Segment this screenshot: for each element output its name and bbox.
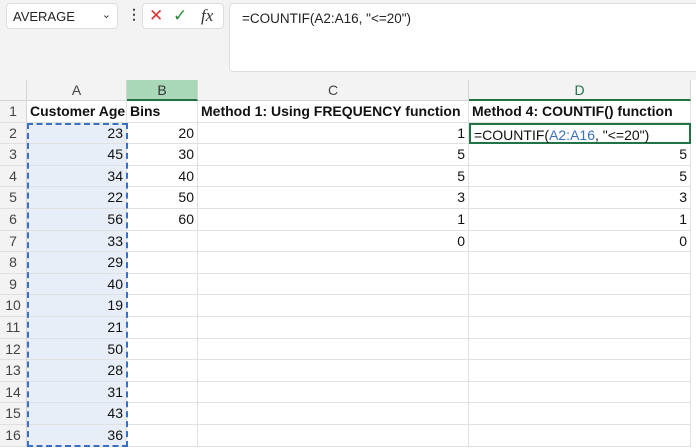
fx-icon[interactable]: fx bbox=[201, 6, 213, 26]
cell-c4[interactable]: 5 bbox=[198, 165, 469, 188]
row-header-12[interactable]: 12 bbox=[0, 338, 27, 361]
row-header-7[interactable]: 7 bbox=[0, 230, 27, 253]
column-header-a[interactable]: A bbox=[27, 80, 127, 101]
cell-c12[interactable] bbox=[198, 338, 469, 361]
cell-a13[interactable]: 28 bbox=[27, 360, 127, 382]
cell-c9[interactable] bbox=[198, 273, 469, 296]
cell-a7[interactable]: 33 bbox=[27, 230, 127, 253]
row-header-6[interactable]: 6 bbox=[0, 209, 27, 231]
row-header-3[interactable]: 3 bbox=[0, 144, 27, 166]
row-header-2[interactable]: 2 bbox=[0, 122, 27, 145]
cell-b11[interactable] bbox=[127, 317, 198, 339]
row-header-9[interactable]: 9 bbox=[0, 273, 27, 296]
cell-b16[interactable] bbox=[127, 425, 198, 447]
cell-d7[interactable]: 0 bbox=[469, 230, 691, 253]
cell-c2[interactable]: 1 bbox=[198, 122, 469, 145]
column-header-b[interactable]: B bbox=[127, 80, 198, 101]
row-header-5[interactable]: 5 bbox=[0, 187, 27, 209]
row-header-4[interactable]: 4 bbox=[0, 165, 27, 188]
cell-c15[interactable] bbox=[198, 403, 469, 425]
cell-a6[interactable]: 56 bbox=[27, 209, 127, 231]
row-header-16[interactable]: 16 bbox=[0, 425, 27, 447]
header-cell-a[interactable]: Customer Age bbox=[27, 101, 127, 123]
cell-a16[interactable]: 36 bbox=[27, 425, 127, 447]
x-icon[interactable]: ✕ bbox=[149, 6, 163, 26]
cell-b15[interactable] bbox=[127, 403, 198, 425]
row-header-11[interactable]: 11 bbox=[0, 317, 27, 339]
formula-area: AVERAGE ⌄ ⋮ ✕ ✓ fx =COUNTIF(A2:A16, "<=20… bbox=[0, 0, 696, 80]
cell-d6[interactable]: 1 bbox=[469, 209, 691, 231]
cell-b4[interactable]: 40 bbox=[127, 165, 198, 188]
cell-b10[interactable] bbox=[127, 295, 198, 317]
cell-d10[interactable] bbox=[469, 295, 691, 317]
cell-c6[interactable]: 1 bbox=[198, 209, 469, 231]
cell-d16[interactable] bbox=[469, 425, 691, 447]
row-header-15[interactable]: 15 bbox=[0, 403, 27, 425]
name-box-value: AVERAGE bbox=[13, 9, 75, 24]
cell-d2-editing[interactable]: =COUNTIF(A2:A16, "<=20") bbox=[469, 122, 691, 145]
cell-d11[interactable] bbox=[469, 317, 691, 339]
cell-d13[interactable] bbox=[469, 360, 691, 382]
name-box[interactable]: AVERAGE ⌄ bbox=[6, 3, 118, 29]
header-cell-d[interactable]: Method 4: COUNTIF() function bbox=[469, 101, 691, 123]
cell-a12[interactable]: 50 bbox=[27, 338, 127, 361]
formula-suffix: , "<=20") bbox=[595, 126, 650, 143]
cell-b13[interactable] bbox=[127, 360, 198, 382]
chevron-down-icon[interactable]: ⌄ bbox=[102, 8, 111, 21]
formula-buttons: ✕ ✓ fx bbox=[142, 3, 224, 29]
cell-b6[interactable]: 60 bbox=[127, 209, 198, 231]
cell-d9[interactable] bbox=[469, 273, 691, 296]
cell-c8[interactable] bbox=[198, 252, 469, 274]
cell-c5[interactable]: 3 bbox=[198, 187, 469, 209]
cell-b9[interactable] bbox=[127, 273, 198, 296]
header-cell-c[interactable]: Method 1: Using FREQUENCY function bbox=[198, 101, 469, 123]
cell-b3[interactable]: 30 bbox=[127, 144, 198, 166]
cell-a10[interactable]: 19 bbox=[27, 295, 127, 317]
row-header-14[interactable]: 14 bbox=[0, 381, 27, 404]
cell-b7[interactable] bbox=[127, 230, 198, 253]
cell-a11[interactable]: 21 bbox=[27, 317, 127, 339]
cell-b8[interactable] bbox=[127, 252, 198, 274]
header-cell-b[interactable]: Bins bbox=[127, 101, 198, 123]
formula-ref: A2:A16 bbox=[549, 126, 595, 143]
cell-c3[interactable]: 5 bbox=[198, 144, 469, 166]
cell-c14[interactable] bbox=[198, 381, 469, 404]
cell-a8[interactable]: 29 bbox=[27, 252, 127, 274]
formula-prefix: =COUNTIF( bbox=[474, 126, 550, 143]
cell-d5[interactable]: 3 bbox=[469, 187, 691, 209]
row-header-8[interactable]: 8 bbox=[0, 252, 27, 274]
cell-d4[interactable]: 5 bbox=[469, 165, 691, 188]
cell-d14[interactable] bbox=[469, 381, 691, 404]
row-header-1[interactable]: 1 bbox=[0, 101, 27, 123]
cell-b14[interactable] bbox=[127, 381, 198, 404]
cell-d15[interactable] bbox=[469, 403, 691, 425]
cell-b12[interactable] bbox=[127, 338, 198, 361]
cell-a4[interactable]: 34 bbox=[27, 165, 127, 188]
column-header-d[interactable]: D bbox=[469, 80, 691, 101]
cell-c13[interactable] bbox=[198, 360, 469, 382]
cell-b2[interactable]: 20 bbox=[127, 122, 198, 145]
cell-c11[interactable] bbox=[198, 317, 469, 339]
row-header-13[interactable]: 13 bbox=[0, 360, 27, 382]
column-header-c[interactable]: C bbox=[198, 80, 469, 101]
formula-input[interactable]: =COUNTIF(A2:A16, "<=20") bbox=[229, 3, 696, 72]
more-icon[interactable]: ⋮ bbox=[127, 6, 141, 23]
check-icon[interactable]: ✓ bbox=[173, 6, 187, 26]
cell-c10[interactable] bbox=[198, 295, 469, 317]
row-header-10[interactable]: 10 bbox=[0, 295, 27, 317]
cell-a5[interactable]: 22 bbox=[27, 187, 127, 209]
cell-c16[interactable] bbox=[198, 425, 469, 447]
cell-a14[interactable]: 31 bbox=[27, 381, 127, 404]
cell-a3[interactable]: 45 bbox=[27, 144, 127, 166]
cell-d3[interactable]: 5 bbox=[469, 144, 691, 166]
select-all-corner[interactable] bbox=[0, 80, 27, 101]
cell-a2[interactable]: 23 bbox=[27, 122, 127, 145]
cell-c7[interactable]: 0 bbox=[198, 230, 469, 253]
cell-a9[interactable]: 40 bbox=[27, 273, 127, 296]
cell-a15[interactable]: 43 bbox=[27, 403, 127, 425]
cell-d12[interactable] bbox=[469, 338, 691, 361]
cell-b5[interactable]: 50 bbox=[127, 187, 198, 209]
cell-d8[interactable] bbox=[469, 252, 691, 274]
